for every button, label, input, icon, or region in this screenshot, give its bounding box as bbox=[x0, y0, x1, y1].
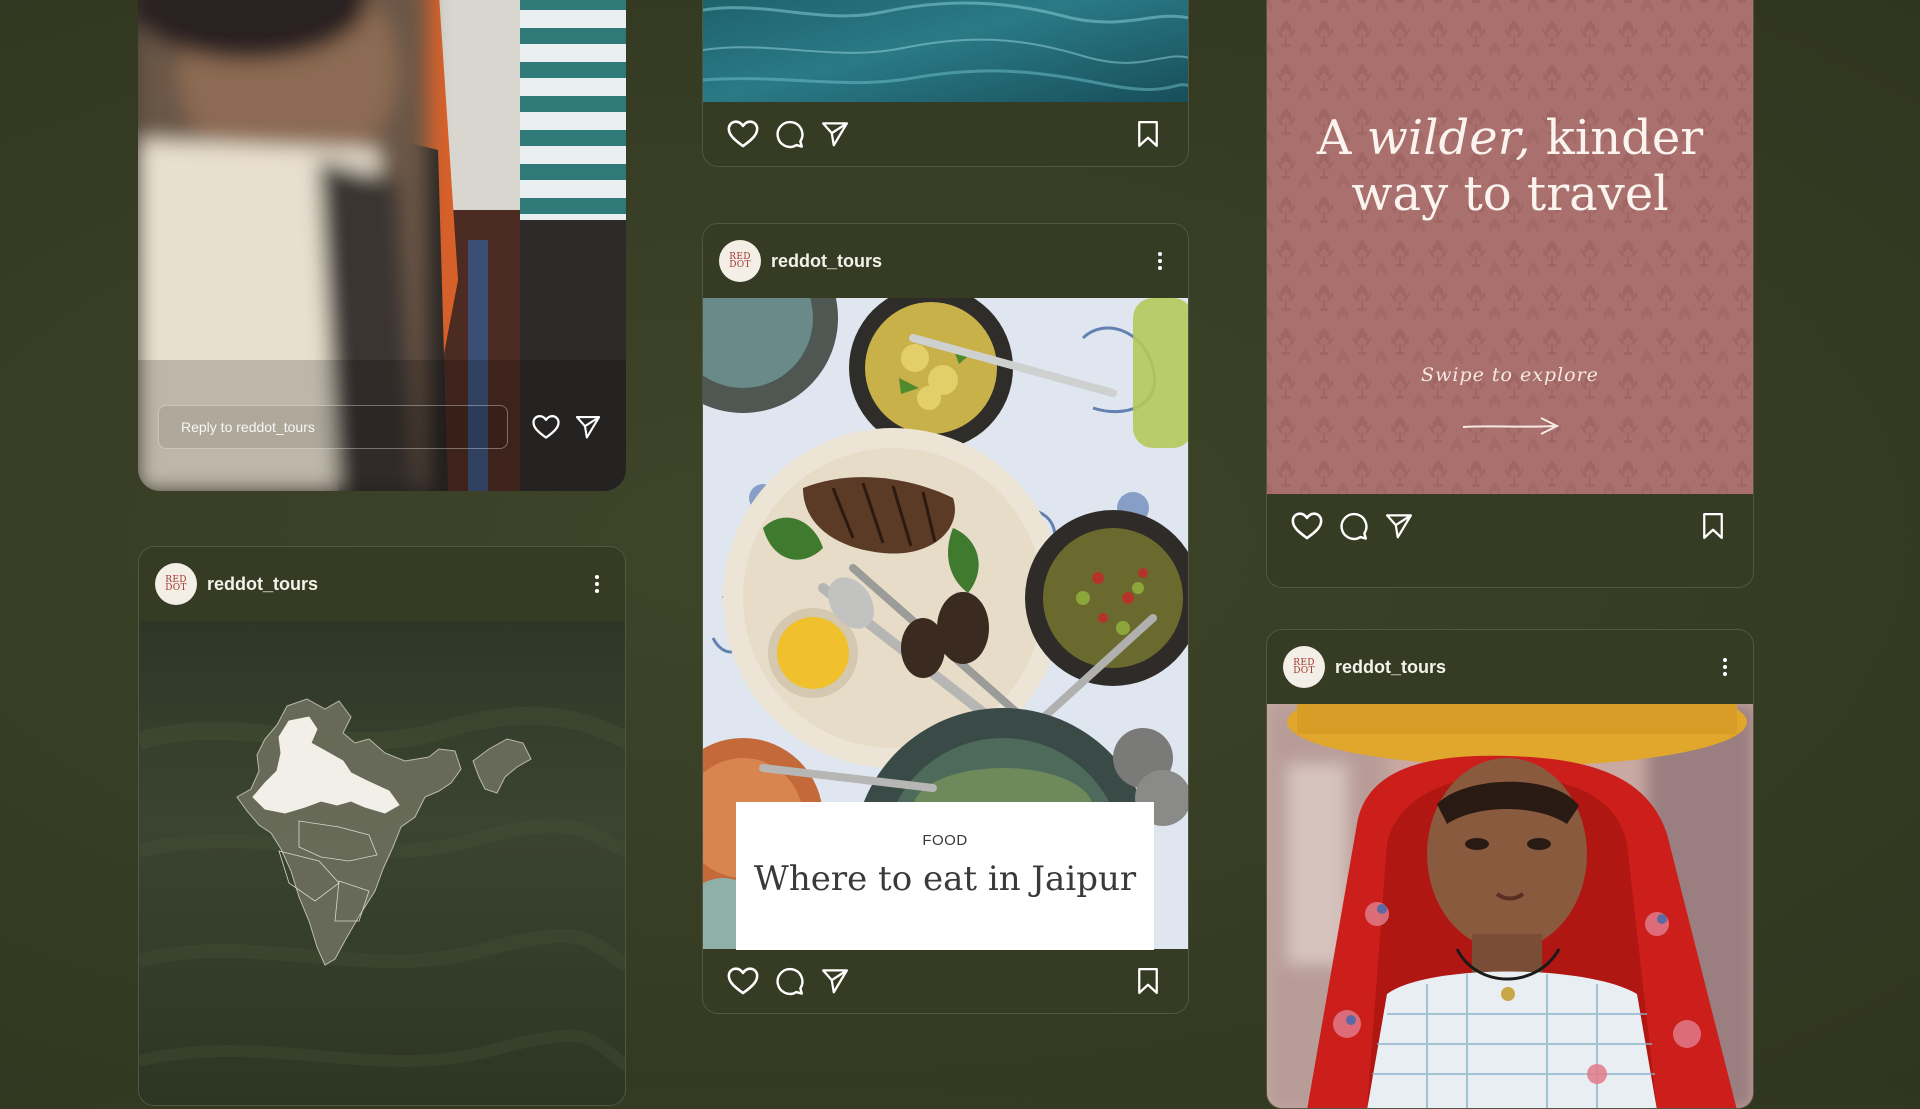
send-icon[interactable] bbox=[1379, 506, 1419, 546]
water-image bbox=[703, 0, 1188, 102]
username[interactable]: reddot_tours bbox=[207, 574, 585, 595]
post-header: RED DOT reddot_tours bbox=[139, 547, 625, 621]
heart-icon[interactable] bbox=[723, 114, 763, 154]
bookmark-icon[interactable] bbox=[1128, 961, 1168, 1001]
bookmark-icon[interactable] bbox=[1693, 506, 1733, 546]
comment-icon[interactable] bbox=[769, 114, 809, 154]
post-actions bbox=[1267, 494, 1753, 558]
category-tag: FOOD bbox=[922, 832, 968, 849]
heart-icon[interactable] bbox=[526, 407, 566, 447]
map-image bbox=[139, 621, 625, 1105]
bookmark-icon[interactable] bbox=[1128, 114, 1168, 154]
food-post: RED DOT reddot_tours FOOD Where to eat i… bbox=[702, 223, 1189, 1014]
swipe-to-explore-text: Swipe to explore bbox=[1421, 364, 1599, 386]
article-title: Where to eat in Jaipur bbox=[753, 859, 1137, 899]
more-vertical-icon[interactable] bbox=[1713, 652, 1737, 682]
send-icon[interactable] bbox=[815, 961, 855, 1001]
heart-icon[interactable] bbox=[723, 961, 763, 1001]
send-icon[interactable] bbox=[815, 114, 855, 154]
send-icon[interactable] bbox=[568, 407, 608, 447]
post-actions bbox=[703, 102, 1188, 166]
travel-quote-post: A wilder, kinder way to travel Swipe to … bbox=[1266, 0, 1754, 588]
reply-input[interactable]: Reply to reddot_tours bbox=[158, 405, 508, 449]
map-post: RED DOT reddot_tours bbox=[138, 546, 626, 1106]
water-post bbox=[702, 0, 1189, 167]
avatar[interactable]: RED DOT bbox=[719, 240, 761, 282]
story-card: Reply to reddot_tours bbox=[138, 0, 626, 491]
portrait-image bbox=[1267, 704, 1753, 1108]
avatar[interactable]: RED DOT bbox=[155, 563, 197, 605]
more-vertical-icon[interactable] bbox=[585, 569, 609, 599]
arrow-right-icon[interactable] bbox=[1461, 412, 1561, 442]
username[interactable]: reddot_tours bbox=[1335, 657, 1713, 678]
headline: A wilder, kinder way to travel bbox=[1316, 110, 1704, 222]
more-vertical-icon[interactable] bbox=[1148, 246, 1172, 276]
comment-icon[interactable] bbox=[769, 961, 809, 1001]
heart-icon[interactable] bbox=[1287, 506, 1327, 546]
food-caption-card[interactable]: FOOD Where to eat in Jaipur bbox=[736, 802, 1154, 950]
username[interactable]: reddot_tours bbox=[771, 251, 1148, 272]
portrait-post: RED DOT reddot_tours bbox=[1266, 629, 1754, 1109]
comment-icon[interactable] bbox=[1333, 506, 1373, 546]
post-header: RED DOT reddot_tours bbox=[703, 224, 1188, 298]
pattern-slide: A wilder, kinder way to travel Swipe to … bbox=[1267, 0, 1753, 494]
avatar[interactable]: RED DOT bbox=[1283, 646, 1325, 688]
post-actions bbox=[703, 949, 1188, 1013]
post-header: RED DOT reddot_tours bbox=[1267, 630, 1753, 704]
